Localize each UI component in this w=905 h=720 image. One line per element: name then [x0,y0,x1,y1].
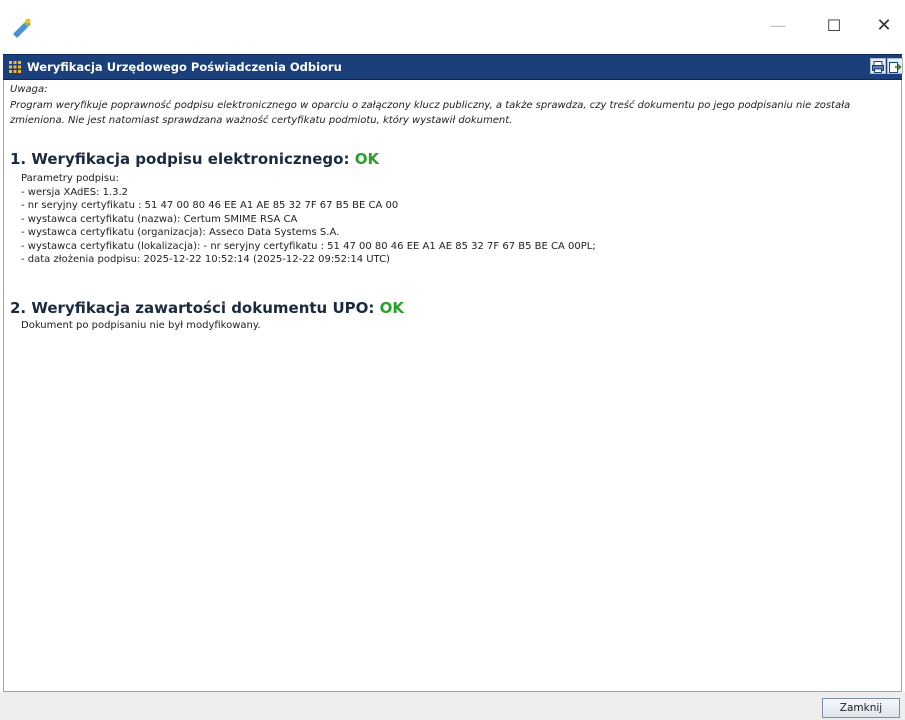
footer-bar: Zamknij [0,692,905,720]
maximize-button[interactable]: ☐ [814,14,854,38]
content-verification-title: 2. Weryfikacja zawartości dokumentu UPO: [10,299,375,317]
notice-text: Program weryfikuje poprawność podpisu el… [10,100,851,126]
upo-verification-window: — ☐ ✕ Weryfikacja Urzędowego Poświadczen… [0,0,905,720]
export-button[interactable] [887,58,903,74]
panel-header: Weryfikacja Urzędowego Poświadczenia Odb… [3,54,903,80]
content-verification-heading: 2. Weryfikacja zawartości dokumentu UPO:… [10,299,404,317]
print-button[interactable] [870,58,886,74]
report-content: Uwaga: Program weryfikuje poprawność pod… [3,80,902,692]
signature-verification-title: 1. Weryfikacja podpisu elektronicznego: [10,150,350,168]
content-status-badge: OK [379,299,404,317]
signature-status-badge: OK [354,150,380,168]
params-heading: Parametry podpisu: [21,173,119,184]
param-issuer-location: - wystawca certyfikatu (lokalizacja): - … [21,240,596,252]
window-close-button[interactable]: ✕ [864,14,904,38]
notice-label: Uwaga: [10,84,48,95]
signature-parameters: Parametry podpisu: - wersja XAdES: 1.3.2… [21,172,596,267]
signature-verification-heading: 1. Weryfikacja podpisu elektronicznego: … [10,150,379,168]
param-xades-version: - wersja XAdES: 1.3.2 [21,186,129,198]
print-icon [872,61,884,73]
param-issuer-name: - wystawca certyfikatu (nazwa): Certum S… [21,213,298,225]
app-icon [13,18,31,38]
panel-title: Weryfikacja Urzędowego Poświadczenia Odb… [27,60,342,74]
param-issuer-organization: - wystawca certyfikatu (organizacja): As… [21,227,340,238]
close-button[interactable]: Zamknij [822,698,900,718]
param-cert-serial: - nr seryjny certyfikatu : 51 47 00 80 4… [21,200,399,211]
grid-icon [9,61,21,73]
content-verification-description: Dokument po podpisaniu nie był modyfikow… [21,320,261,331]
export-icon [889,62,902,73]
param-signing-date: - data złożenia podpisu: 2025-12-22 10:5… [21,254,390,265]
title-bar: — ☐ ✕ [0,0,905,50]
minimize-button[interactable]: — [758,14,798,38]
